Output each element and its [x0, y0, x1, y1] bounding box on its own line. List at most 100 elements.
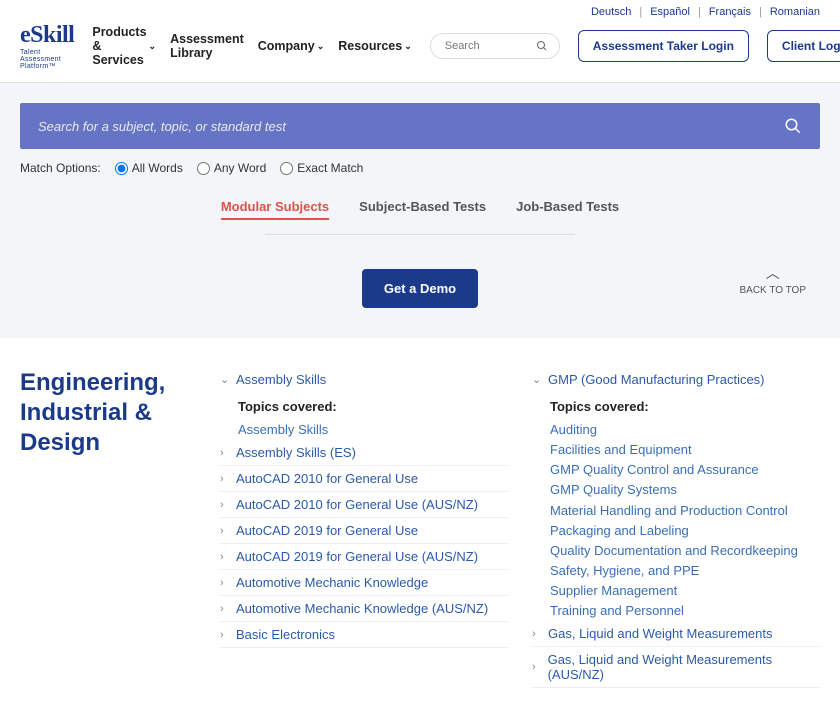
chevron-down-icon: ⌄	[149, 41, 157, 52]
back-to-top-label: BACK TO TOP	[739, 285, 806, 296]
client-login-button[interactable]: Client Login	[767, 30, 840, 62]
topic-item[interactable]: Facilities and Equipment	[550, 440, 820, 460]
main-nav: Products & Services⌄ Assessment Library …	[92, 25, 411, 67]
chevron-right-icon: ›	[532, 628, 542, 640]
get-demo-button[interactable]: Get a Demo	[362, 269, 478, 308]
separator: |	[698, 6, 701, 18]
subject-label: AutoCAD 2019 for General Use (AUS/NZ)	[236, 549, 478, 564]
topic-item[interactable]: GMP Quality Control and Assurance	[550, 460, 820, 480]
lang-link[interactable]: Français	[709, 6, 751, 18]
topics-covered-label: Topics covered:	[550, 399, 820, 414]
subject-label: AutoCAD 2010 for General Use (AUS/NZ)	[236, 497, 478, 512]
topic-item[interactable]: Material Handling and Production Control	[550, 501, 820, 521]
topic-item[interactable]: Quality Documentation and Recordkeeping	[550, 541, 820, 561]
subject-expanded[interactable]: ⌄ Assembly Skills	[220, 368, 508, 391]
topic-item[interactable]: Assembly Skills	[238, 420, 508, 440]
subject-row[interactable]: › Basic Electronics	[220, 622, 508, 648]
chevron-up-icon: ︿	[739, 263, 806, 283]
search-section: Match Options: All Words Any Word Exact …	[0, 83, 840, 338]
tab-job-based[interactable]: Job-Based Tests	[516, 199, 619, 220]
topic-item[interactable]: GMP Quality Systems	[550, 480, 820, 500]
tab-subject-based[interactable]: Subject-Based Tests	[359, 199, 486, 220]
match-any-word[interactable]: Any Word	[197, 161, 266, 175]
chevron-down-icon: ⌄	[532, 373, 542, 386]
chevron-right-icon: ›	[220, 577, 230, 589]
nav-resources[interactable]: Resources⌄	[338, 25, 411, 67]
back-to-top-button[interactable]: ︿ BACK TO TOP	[739, 263, 806, 296]
subject-label: AutoCAD 2010 for General Use	[236, 471, 418, 486]
subject-search-input[interactable]	[38, 119, 784, 134]
divider	[265, 234, 575, 235]
test-type-tabs: Modular Subjects Subject-Based Tests Job…	[20, 199, 820, 220]
chevron-right-icon: ›	[220, 551, 230, 563]
logo[interactable]: eSkill Talent Assessment Platform™	[20, 22, 74, 70]
match-all-words[interactable]: All Words	[115, 161, 183, 175]
subject-label: Assembly Skills (ES)	[236, 445, 356, 460]
topic-list: Assembly Skills	[238, 420, 508, 440]
subject-row[interactable]: › Gas, Liquid and Weight Measurements	[532, 621, 820, 647]
subject-row[interactable]: › Assembly Skills (ES)	[220, 440, 508, 466]
header-search	[430, 33, 560, 59]
subject-label: Gas, Liquid and Weight Measurements	[548, 626, 773, 641]
demo-row: Get a Demo ︿ BACK TO TOP	[20, 269, 820, 308]
tab-modular-subjects[interactable]: Modular Subjects	[221, 199, 329, 220]
subject-row[interactable]: › Gas, Liquid and Weight Measurements (AU…	[532, 647, 820, 688]
subject-label: Automotive Mechanic Knowledge	[236, 575, 428, 590]
nav-assessment-library[interactable]: Assessment Library	[170, 25, 244, 67]
logo-tagline: Talent Assessment Platform™	[20, 49, 74, 70]
subject-column-left: ⌄ Assembly Skills Topics covered: Assemb…	[220, 368, 508, 688]
radio-any-word[interactable]	[197, 162, 210, 175]
subject-columns: ⌄ Assembly Skills Topics covered: Assemb…	[220, 368, 820, 688]
subject-row[interactable]: › AutoCAD 2019 for General Use	[220, 518, 508, 544]
chevron-right-icon: ›	[532, 661, 542, 673]
lang-link[interactable]: Español	[650, 6, 690, 18]
radio-all-words[interactable]	[115, 162, 128, 175]
subject-expanded[interactable]: ⌄ GMP (Good Manufacturing Practices)	[532, 368, 820, 391]
subject-label: Automotive Mechanic Knowledge (AUS/NZ)	[236, 601, 488, 616]
subject-column-right: ⌄ GMP (Good Manufacturing Practices) Top…	[532, 368, 820, 688]
subject-row[interactable]: › AutoCAD 2010 for General Use (AUS/NZ)	[220, 492, 508, 518]
subject-row[interactable]: › AutoCAD 2010 for General Use	[220, 466, 508, 492]
subject-label: AutoCAD 2019 for General Use	[236, 523, 418, 538]
subject-row[interactable]: › Automotive Mechanic Knowledge (AUS/NZ)	[220, 596, 508, 622]
topic-list: AuditingFacilities and EquipmentGMP Qual…	[550, 420, 820, 621]
lang-link[interactable]: Deutsch	[591, 6, 631, 18]
radio-exact[interactable]	[280, 162, 293, 175]
assessment-taker-login-button[interactable]: Assessment Taker Login	[578, 30, 749, 62]
category-title: Engineering, Industrial & Design	[20, 368, 200, 688]
chevron-right-icon: ›	[220, 603, 230, 615]
chevron-right-icon: ›	[220, 473, 230, 485]
subject-label: Basic Electronics	[236, 627, 335, 642]
match-exact[interactable]: Exact Match	[280, 161, 363, 175]
subject-row[interactable]: › AutoCAD 2019 for General Use (AUS/NZ)	[220, 544, 508, 570]
separator: |	[759, 6, 762, 18]
content: Engineering, Industrial & Design ⌄ Assem…	[0, 338, 840, 718]
search-icon[interactable]	[784, 117, 802, 135]
lang-link[interactable]: Romanian	[770, 6, 820, 18]
match-options: Match Options: All Words Any Word Exact …	[20, 161, 820, 175]
topic-item[interactable]: Supplier Management	[550, 581, 820, 601]
topic-item[interactable]: Packaging and Labeling	[550, 521, 820, 541]
match-options-label: Match Options:	[20, 161, 101, 175]
chevron-down-icon: ⌄	[317, 41, 325, 52]
topic-item[interactable]: Training and Personnel	[550, 601, 820, 621]
chevron-down-icon: ⌄	[220, 373, 230, 386]
chevron-right-icon: ›	[220, 629, 230, 641]
language-bar: Deutsch | Español | Français | Romanian	[0, 0, 840, 18]
subject-label: Gas, Liquid and Weight Measurements (AUS…	[548, 652, 820, 682]
topic-item[interactable]: Auditing	[550, 420, 820, 440]
nav-products-services[interactable]: Products & Services⌄	[92, 25, 156, 67]
chevron-right-icon: ›	[220, 499, 230, 511]
nav-company[interactable]: Company⌄	[258, 25, 325, 67]
subject-search-bar	[20, 103, 820, 149]
logo-text: eSkill	[20, 22, 74, 49]
chevron-right-icon: ›	[220, 447, 230, 459]
header: eSkill Talent Assessment Platform™ Produ…	[0, 18, 840, 83]
chevron-down-icon: ⌄	[404, 41, 412, 52]
separator: |	[639, 6, 642, 18]
chevron-right-icon: ›	[220, 525, 230, 537]
topic-item[interactable]: Safety, Hygiene, and PPE	[550, 561, 820, 581]
search-icon	[536, 40, 548, 52]
topics-covered-label: Topics covered:	[238, 399, 508, 414]
subject-row[interactable]: › Automotive Mechanic Knowledge	[220, 570, 508, 596]
